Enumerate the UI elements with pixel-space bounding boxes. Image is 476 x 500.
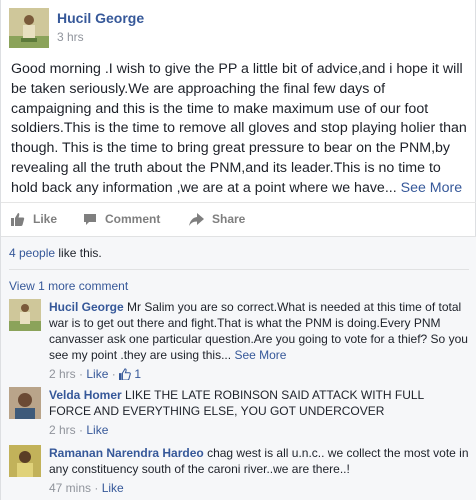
comments-section: 4 people like this. View 1 more comment … (1, 236, 476, 500)
post-timestamp[interactable]: 3 hrs (57, 30, 144, 44)
commenter-avatar[interactable] (9, 299, 41, 331)
view-more-comments-link[interactable]: View 1 more comment (9, 279, 128, 293)
comment-meta: 47 mins · Like (49, 481, 124, 495)
comment-time[interactable]: 2 hrs (49, 367, 76, 381)
post-author-name[interactable]: Hucil George (57, 10, 144, 26)
likes-summary: 4 people like this. (9, 246, 102, 260)
comment-author[interactable]: Ramanan Narendra Hardeo (49, 446, 204, 460)
likes-count-link[interactable]: 4 people (9, 246, 55, 260)
post-action-bar: Like Comment Share (1, 202, 476, 236)
like-count-icon (119, 368, 131, 380)
post-header: Hucil George 3 hrs (9, 8, 469, 53)
like-button[interactable]: Like (11, 212, 57, 226)
like-label: Like (33, 212, 58, 226)
comment-button[interactable]: Comment (83, 212, 160, 226)
share-label: Share (212, 212, 246, 226)
comment-time[interactable]: 2 hrs (49, 423, 76, 437)
comment-time[interactable]: 47 mins (49, 481, 91, 495)
see-more-link[interactable]: See More (234, 348, 286, 362)
comment-author[interactable]: Hucil George (49, 300, 124, 314)
commenter-avatar[interactable] (9, 387, 41, 419)
commenter-avatar[interactable] (9, 445, 41, 477)
comment-like-count[interactable]: 1 (134, 367, 141, 381)
comment-like-button[interactable]: Like (102, 481, 124, 495)
comment-label: Comment (105, 212, 161, 226)
divider (9, 269, 469, 270)
likes-suffix: like this. (58, 246, 102, 260)
share-button[interactable]: Share (189, 212, 245, 226)
comment-like-button[interactable]: Like (86, 367, 108, 381)
see-more-link[interactable]: See More (401, 180, 463, 196)
comment-icon (84, 213, 96, 225)
thumbs-up-icon (11, 213, 25, 226)
comment-meta: 2 hrs · Like · 1 (49, 367, 142, 381)
comment-meta: 2 hrs · Like (49, 423, 109, 437)
facebook-post: Hucil George 3 hrs Good morning .I wish … (0, 0, 476, 500)
post-text: Good morning .I wish to give the PP a li… (11, 60, 467, 199)
post-body: Good morning .I wish to give the PP a li… (11, 61, 467, 196)
author-avatar[interactable] (9, 8, 49, 48)
comment-like-button[interactable]: Like (86, 423, 108, 437)
share-icon (189, 212, 204, 226)
comment-author[interactable]: Velda Homer (49, 388, 122, 402)
